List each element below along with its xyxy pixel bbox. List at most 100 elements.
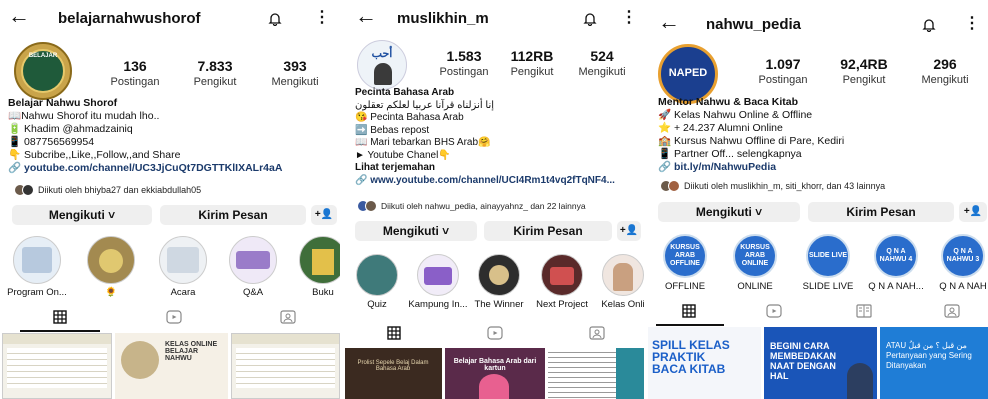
highlight-cover: Q N A NAHWU 4: [874, 234, 918, 278]
bio-line: 📱 Partner Off... selengkapnya: [658, 148, 802, 160]
bio-link[interactable]: 🔗 bit.ly/m/NahwuPedia: [658, 161, 983, 174]
profile-avatar[interactable]: أحب: [357, 40, 407, 90]
reels-tab-icon[interactable]: [766, 304, 782, 318]
add-person-icon[interactable]: +👤: [617, 221, 641, 241]
following-button[interactable]: Mengikuti ˅: [355, 221, 477, 241]
posts-stat[interactable]: 136 Postingan: [100, 58, 170, 88]
highlight-item[interactable]: Program On...: [4, 236, 70, 298]
following-button[interactable]: Mengikuti ˅: [658, 202, 800, 222]
bio-name: Pecinta Bahasa Arab: [355, 87, 455, 98]
highlight-cover: SLIDE LIVE: [806, 234, 850, 278]
post-thumbnail[interactable]: [231, 333, 340, 399]
post-caption: BEGINI CARA MEMBEDAKAN NAAT DENGAN HAL: [770, 341, 836, 381]
highlight-item[interactable]: 🌻: [78, 236, 144, 298]
guides-tab-icon[interactable]: [856, 304, 872, 318]
profile-bio: Mentor Nahwu & Baca Kitab 🚀 Kelas Nahwu …: [658, 96, 983, 174]
post-thumbnail[interactable]: Prolist Sepele Belaj Dalam Bahasa Arab: [345, 348, 442, 399]
posts-stat[interactable]: 1.097 Postingan: [748, 56, 818, 86]
back-arrow-icon[interactable]: ←: [8, 5, 30, 27]
highlight-item[interactable]: Acara: [150, 236, 216, 298]
highlight-item[interactable]: The Winner: [469, 254, 529, 310]
following-button[interactable]: Mengikuti ˅: [12, 205, 152, 225]
notification-bell-icon[interactable]: [583, 12, 597, 26]
back-arrow-icon[interactable]: ←: [355, 5, 377, 27]
back-arrow-icon[interactable]: ←: [658, 11, 680, 33]
highlight-item[interactable]: Quiz: [347, 254, 407, 310]
profile-header: ← nahwu_pedia ⋮: [648, 11, 988, 34]
highlight-cover: [229, 236, 277, 284]
highlight-cover: KURSUS ARAB ONLINE: [733, 234, 777, 278]
profile-header: ← muslikhin_m ⋮: [345, 5, 646, 28]
followers-stat[interactable]: 112RB Pengikut: [501, 48, 563, 78]
highlight-cover: [541, 254, 583, 296]
grid-tab-icon[interactable]: [387, 326, 401, 340]
bio-line: 🔋 Khadim @ahmadzainiq: [8, 123, 133, 135]
more-options-icon[interactable]: ⋮: [964, 16, 980, 32]
bio-line: 📱 087756569954: [8, 136, 95, 148]
highlight-item[interactable]: Q&A: [220, 236, 286, 298]
message-button[interactable]: Kirim Pesan: [160, 205, 306, 225]
follower-avatars: [660, 180, 680, 192]
followers-stat[interactable]: 7.833 Pengikut: [180, 58, 250, 88]
following-stat[interactable]: 296 Mengikuti: [910, 56, 980, 86]
post-thumbnail[interactable]: SPILL KELAS PRAKTIK BACA KITAB: [648, 327, 761, 399]
following-stat[interactable]: 393 Mengikuti: [260, 58, 330, 88]
highlight-item[interactable]: Next Project: [531, 254, 593, 310]
profile-bio: Pecinta Bahasa Arab إنا أنزلناه قرآنا عر…: [355, 87, 645, 187]
add-person-icon[interactable]: +👤: [959, 202, 987, 222]
post-thumbnail[interactable]: [548, 348, 646, 399]
profile-avatar[interactable]: BELAJAR: [14, 42, 72, 100]
reels-tab-icon[interactable]: [166, 310, 182, 324]
followed-by[interactable]: Diikuti oleh nahwu_pedia, ainayyahnz_ da…: [357, 200, 586, 212]
post-thumbnail[interactable]: ATAU من قبل ؟ من قبلُ Pertanyaan yang Se…: [880, 327, 988, 399]
bio-line: 🏫 Kursus Nahwu Offline di Pare, Kediri: [658, 135, 845, 147]
highlight-item[interactable]: Buku: [290, 236, 340, 298]
message-button[interactable]: Kirim Pesan: [808, 202, 954, 222]
profile-tabs: [0, 310, 340, 332]
bio-link[interactable]: 🔗 youtube.com/channel/UC3JjCuQt7DGTTKlIX…: [8, 162, 338, 175]
bio-name: Belajar Nahwu Shorof: [8, 97, 118, 109]
post-thumbnail[interactable]: BEGINI CARA MEMBEDAKAN NAAT DENGAN HAL: [764, 327, 877, 399]
following-stat[interactable]: 524 Mengikuti: [571, 48, 633, 78]
highlight-item[interactable]: Kelas Onli: [595, 254, 646, 310]
more-options-icon[interactable]: ⋮: [314, 10, 330, 26]
highlight-item[interactable]: Q N A NAHWU 4 Q N A NAH...: [864, 234, 928, 292]
highlight-cover: [299, 236, 340, 284]
message-button[interactable]: Kirim Pesan: [484, 221, 612, 241]
highlight-item[interactable]: KURSUS ARAB OFFLINE OFFLINE: [654, 234, 716, 292]
post-caption: Belajar Bahasa Arab dari kartun: [453, 358, 537, 372]
panel-divider: [644, 0, 648, 399]
bio-link[interactable]: 🔗 www.youtube.com/channel/UCI4Rm1t4vq2fT…: [355, 175, 645, 188]
add-person-icon[interactable]: +👤: [311, 205, 337, 225]
highlight-cover: [417, 254, 459, 296]
tagged-tab-icon[interactable]: [944, 304, 960, 318]
highlight-item[interactable]: KURSUS ARAB ONLINE ONLINE: [724, 234, 786, 292]
grid-tab-icon[interactable]: [53, 310, 67, 324]
profile-panel-muslikhin: ← muslikhin_m ⋮ أحب 1.583 Postingan 112RB…: [345, 0, 646, 399]
post-thumbnail[interactable]: KELAS ONLINE BELAJAR NAHWU: [115, 333, 228, 399]
see-translation-link[interactable]: Lihat terjemahan: [355, 162, 645, 175]
grid-tab-icon[interactable]: [682, 304, 696, 318]
reels-tab-icon[interactable]: [487, 326, 503, 340]
tagged-tab-icon[interactable]: [589, 326, 605, 340]
highlight-cover: [356, 254, 398, 296]
highlight-item[interactable]: Q N A NAHWU 3 Q N A NAH: [932, 234, 988, 292]
posts-stat[interactable]: 1.583 Postingan: [433, 48, 495, 78]
followers-stat[interactable]: 92,4RB Pengikut: [828, 56, 900, 86]
more-options-icon[interactable]: ⋮: [621, 10, 637, 26]
post-thumbnail[interactable]: [2, 333, 112, 399]
notification-bell-icon[interactable]: [268, 12, 282, 26]
notification-bell-icon[interactable]: [922, 18, 936, 32]
highlight-cover: [13, 236, 61, 284]
bio-line: ⭐ + 24.237 Alumni Online: [658, 122, 783, 134]
follower-avatars: [14, 184, 34, 196]
profile-avatar[interactable]: NAPED: [658, 44, 718, 104]
followed-by[interactable]: Diikuti oleh bhiyba27 dan ekkiabdullah05: [14, 184, 201, 196]
tagged-tab-icon[interactable]: [280, 310, 296, 324]
bio-line: ► Youtube Chanel👇: [355, 149, 451, 161]
post-thumbnail[interactable]: Belajar Bahasa Arab dari kartun: [445, 348, 545, 399]
highlight-item[interactable]: SLIDE LIVE SLIDE LIVE: [796, 234, 860, 292]
followed-by[interactable]: Diikuti oleh muslikhin_m, siti_khorr, da…: [660, 180, 885, 192]
highlight-item[interactable]: Kampung In...: [407, 254, 469, 310]
bio-line: 📖Nahwu Shorof itu mudah lho..: [8, 110, 160, 122]
